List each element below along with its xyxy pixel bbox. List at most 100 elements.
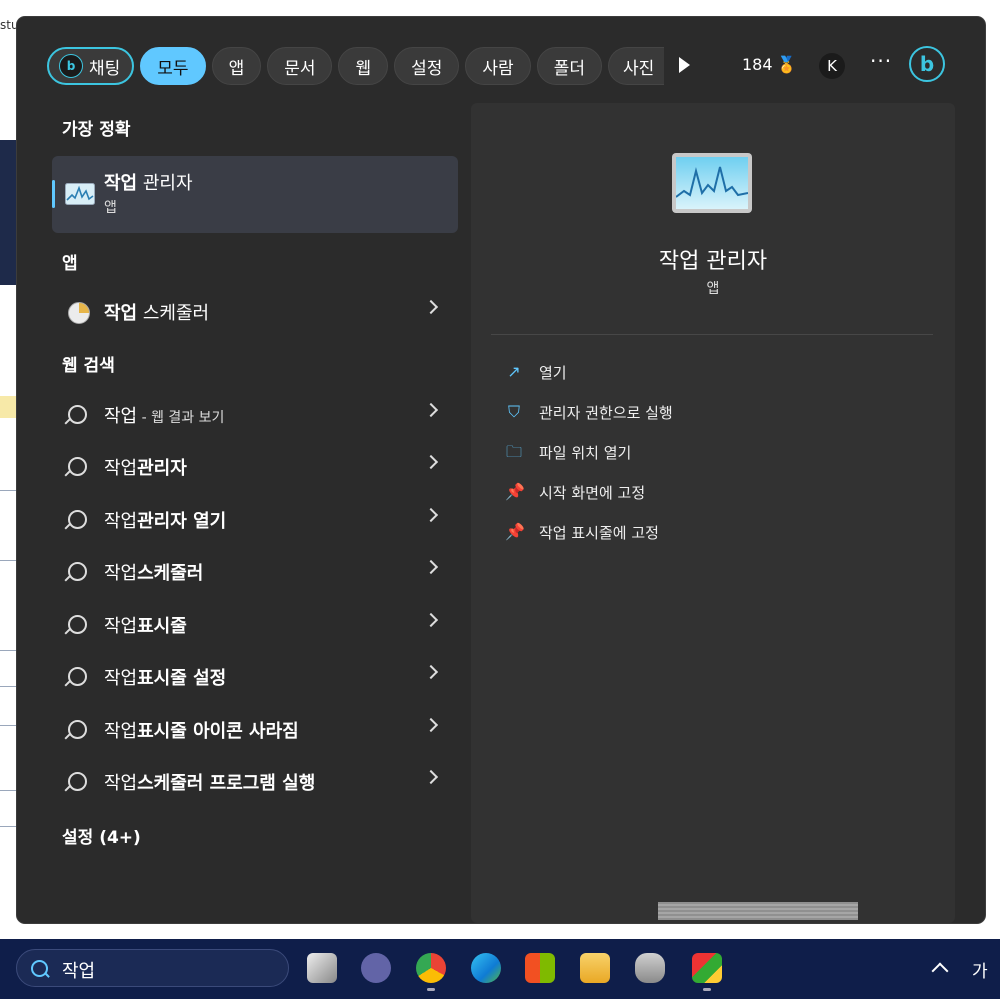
chevron-right-icon <box>423 717 439 733</box>
detail-app-type: 앱 <box>706 281 720 297</box>
web-result-label: 작업표시줄 아이콘 사라짐 <box>104 721 299 742</box>
medal-icon: 🏅 <box>776 55 797 74</box>
search-icon <box>68 772 87 791</box>
filter-all[interactable]: 모두 <box>140 47 206 85</box>
chevron-right-icon <box>423 299 439 315</box>
filter-label: 사진 <box>622 58 655 79</box>
filter-web[interactable]: 웹 <box>338 47 389 85</box>
search-icon <box>68 667 87 686</box>
action-label: 시작 화면에 고정 <box>539 483 646 502</box>
section-web-search: 웹 검색 <box>62 356 115 376</box>
app-result-task-scheduler[interactable]: 작업 스케줄러 <box>52 290 458 334</box>
web-result[interactable]: 작업표시줄 아이콘 사라짐 <box>52 708 458 752</box>
web-result-label: 작업스케줄러 프로그램 실행 <box>104 773 316 794</box>
action-label: 열기 <box>539 363 567 382</box>
filter-label: 설정 <box>411 58 443 79</box>
scroll-filters-right-icon[interactable] <box>679 57 690 73</box>
chat-app-icon[interactable] <box>361 953 391 983</box>
store-icon[interactable] <box>525 953 555 983</box>
action-pin-to-start[interactable]: 📌 시작 화면에 고정 <box>505 477 645 507</box>
search-icon <box>68 405 87 424</box>
account-avatar[interactable]: K <box>819 53 845 79</box>
web-result-label: 작업관리자 열기 <box>104 511 227 532</box>
action-label: 관리자 권한으로 실행 <box>539 403 673 422</box>
action-open[interactable]: ↗ 열기 <box>505 357 567 387</box>
filter-label: 모두 <box>157 58 189 79</box>
app-icon[interactable] <box>692 953 722 983</box>
chevron-right-icon <box>423 454 439 470</box>
background-strip <box>658 902 858 920</box>
search-icon <box>68 562 87 581</box>
web-result[interactable]: 작업관리자 <box>52 445 458 489</box>
edge-icon[interactable] <box>471 953 501 983</box>
filter-folders[interactable]: 폴더 <box>536 47 602 85</box>
search-icon <box>68 457 87 476</box>
chrome-icon[interactable] <box>416 953 446 983</box>
selection-accent <box>52 180 55 208</box>
taskbar-search-box[interactable]: 작업 <box>16 949 289 987</box>
detail-pane: 작업 관리자 앱 ↗ 열기 ⛉ 관리자 권한으로 실행 🗀 파일 위치 열기 📌… <box>471 103 955 923</box>
best-match-name: 작업 관리자 <box>104 173 193 194</box>
section-best-match: 가장 정확 <box>62 120 131 140</box>
pin-icon: 📌 <box>505 482 525 501</box>
filter-people[interactable]: 사람 <box>465 47 531 85</box>
web-result[interactable]: 작업스케줄러 프로그램 실행 <box>52 760 458 804</box>
action-run-as-admin[interactable]: ⛉ 관리자 권한으로 실행 <box>505 397 673 427</box>
filter-chat[interactable]: b 채팅 <box>47 47 135 85</box>
filter-label: 채팅 <box>89 58 121 79</box>
filter-settings[interactable]: 설정 <box>394 47 460 85</box>
divider <box>491 334 933 335</box>
chevron-right-icon <box>423 402 439 418</box>
filter-apps[interactable]: 앱 <box>211 47 262 85</box>
pin-icon: 📌 <box>505 522 525 541</box>
background-text-fragment: stu <box>0 18 19 32</box>
section-apps: 앱 <box>62 254 78 274</box>
task-manager-icon <box>65 183 95 205</box>
best-match-type: 앱 <box>104 200 117 216</box>
chevron-up-icon[interactable] <box>931 962 949 980</box>
section-settings[interactable]: 설정 (4+) <box>62 823 141 848</box>
chevron-right-icon <box>423 769 439 785</box>
action-open-file-location[interactable]: 🗀 파일 위치 열기 <box>505 437 631 467</box>
action-label: 파일 위치 열기 <box>539 443 632 462</box>
action-pin-to-taskbar[interactable]: 📌 작업 표시줄에 고정 <box>505 517 659 547</box>
bing-chat-button[interactable]: b <box>909 46 945 82</box>
points-value: 184 <box>742 55 773 74</box>
filter-label: 폴더 <box>553 58 585 79</box>
web-result[interactable]: 작업관리자 열기 <box>52 498 458 542</box>
search-icon <box>68 720 87 739</box>
web-result-label: 작업관리자 <box>104 458 187 479</box>
chevron-right-icon <box>423 612 439 628</box>
filter-bar: b 채팅 모두 앱 문서 웹 설정 사람 폴더 사진 <box>47 45 670 87</box>
web-result[interactable]: 작업 - 웹 결과 보기 <box>52 393 458 437</box>
web-result[interactable]: 작업표시줄 설정 <box>52 655 458 699</box>
action-label: 작업 표시줄에 고정 <box>539 523 659 542</box>
web-result-label: 작업스케줄러 <box>104 563 204 584</box>
best-match-task-manager[interactable]: 작업 관리자 앱 <box>52 156 458 233</box>
database-icon[interactable] <box>635 953 665 983</box>
web-result-label: 작업표시줄 설정 <box>104 668 227 689</box>
more-options-button[interactable]: ··· <box>870 49 892 73</box>
task-view-icon[interactable] <box>307 953 337 983</box>
filter-documents[interactable]: 문서 <box>267 47 333 85</box>
running-indicator <box>703 988 711 991</box>
scheduler-clock-icon <box>68 302 90 324</box>
running-indicator <box>427 988 435 991</box>
ime-indicator[interactable]: 가 <box>972 957 988 982</box>
filter-photos[interactable]: 사진 <box>607 47 664 85</box>
web-result[interactable]: 작업표시줄 <box>52 603 458 647</box>
search-icon <box>68 615 87 634</box>
rewards-points[interactable]: 184 🏅 <box>742 55 796 74</box>
taskbar: 작업 가 <box>0 939 1000 999</box>
taskbar-search-input[interactable]: 작업 <box>62 957 95 983</box>
filter-label: 문서 <box>284 58 316 79</box>
background-window-right <box>985 40 1000 940</box>
web-result[interactable]: 작업스케줄러 <box>52 550 458 594</box>
file-explorer-icon[interactable] <box>580 953 610 983</box>
open-external-icon: ↗ <box>507 362 521 381</box>
bing-icon: b <box>59 54 83 78</box>
search-icon <box>68 510 87 529</box>
detail-app-name: 작업 관리자 <box>658 249 768 274</box>
shield-admin-icon: ⛉ <box>507 402 520 421</box>
search-flyout: b 채팅 모두 앱 문서 웹 설정 사람 폴더 사진 184 🏅 K ··· b… <box>17 17 985 923</box>
